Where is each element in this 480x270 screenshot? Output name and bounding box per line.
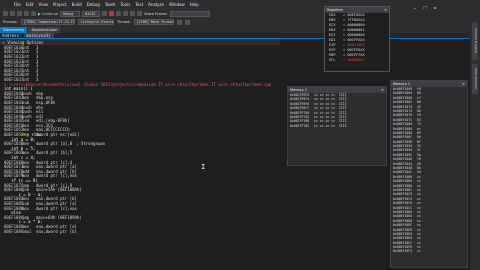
menu-item-file[interactable]: File [14,2,21,7]
register-row[interactable]: EFL = 00000202 [325,58,389,63]
registers-window[interactable]: Registers ✕ EAX = 00EFXXXX EBX = 7FFDXXXX EC… [324,6,390,72]
menu-item-analyze[interactable]: Analyze [148,2,164,7]
document-tabs: Disassembly Adventure.asm [0,26,470,33]
step-out-icon[interactable] [137,11,143,16]
restart-icon[interactable] [116,11,122,16]
close-icon[interactable]: ✕ [381,87,386,93]
continue-button[interactable]: ▶ Continue [38,12,58,16]
memory1-list: 0x00CFF6F0 cc cc cc cc ÌÌÌÌ 0x00CFF6F4 cc c… [288,93,386,128]
menu-item-build[interactable]: Build [72,2,82,7]
address-input[interactable]: main(void) [24,33,55,38]
platform-select[interactable]: Win32 [82,10,101,17]
tab-solution-explorer[interactable]: Solution Explorer [472,22,478,60]
instruction-operands: dword ptr [c],eax [36,205,77,211]
stack-frame-label: Stack Frame: [144,11,168,16]
memory-bytes: cc [417,249,421,254]
disasm-block: 00EF1030 int 3 00EF1031 int 3 00EF1032 int 3 00EF… [0,45,470,82]
lifecycle-events-select[interactable]: Lifecycle Events [77,19,114,25]
process-select[interactable]: [7280] Compostum.IT-IS.IT.exe [20,19,75,25]
register-value: = 00000202 [343,58,365,62]
current-instruction-arrow-icon: ➜ [22,132,26,138]
instruction-comment: ; Strongswan [76,141,106,147]
side-tabs: Solution Explorer Team Explorer [470,18,480,270]
menu-item-test[interactable]: Test [135,2,143,7]
memory-bytes: cc cc cc cc ÌÌÌÌ [314,123,347,128]
flag-icon[interactable] [184,19,190,25]
memory2-list: 0x00EF1060 f0 0x00EF1064 00 0x00EF1068 c7 0x00… [391,87,467,254]
menu-item-help[interactable]: Help [190,2,199,7]
chevron-down-icon[interactable]: ▾ [2,40,4,45]
debug-toolbar: ▶ Continue Debug Win32 Stack Frame: [0,9,480,18]
tab-team-explorer[interactable]: Team Explorer [472,64,478,94]
back-icon[interactable] [3,11,8,16]
instruction-operands: dword ptr es:[edi] [36,132,80,138]
new-file-icon[interactable] [17,11,22,16]
thread-select[interactable]: [5200] Main Thread [133,19,174,25]
instruction-opcode: imul [22,228,32,234]
filter-icon[interactable] [176,19,182,25]
pause-icon[interactable] [102,11,108,16]
close-icon[interactable]: ✕ [462,81,467,87]
instruction-address: 00EF108F [4,228,24,234]
config-select[interactable]: Debug [60,10,81,17]
stop-icon[interactable] [109,11,115,16]
process-toolbar: Process: [7280] Compostum.IT-IS.IT.exe L… [0,18,480,26]
instruction-operands: dword ptr [a],0 [36,141,73,147]
thread-label: Thread: [116,20,131,24]
forward-icon[interactable] [10,11,15,16]
text-cursor-icon: I [201,163,206,171]
menu-item-window[interactable]: Window [169,2,185,7]
register-list: EAX = 00EFXXXX EBX = 7FFDXXXX ECX = 00000000 E… [325,13,389,63]
source-file-line: c:\users\khosro\documents\visual studio … [4,81,272,87]
instruction-operands: main+64h (0EF1094h) [36,214,82,220]
instruction-operands: eax,dword ptr [b] [36,228,77,234]
instruction-opcode: mov [22,205,30,211]
process-label: Process: [3,20,18,24]
menu-item-team[interactable]: Team [105,2,116,7]
memory-row[interactable]: 0x00EF10F4 cc [391,249,467,253]
viewing-options-label[interactable]: Viewing Options [7,40,43,45]
menu-item-project[interactable]: Project [53,2,67,7]
save-icon[interactable] [24,11,29,16]
memory1-window[interactable]: Memory 1 ✕ 0x00CFF6F0 cc cc cc cc ÌÌÌÌ 0x0… [287,86,387,166]
menu-item-tools[interactable]: Tools [120,2,130,7]
menu-item-debug[interactable]: Debug [87,2,100,7]
memory-address: 0x00EF10F4 [393,249,413,254]
close-icon[interactable]: ✕ [384,7,389,13]
step-over-icon[interactable] [130,11,136,16]
menu-item-view[interactable]: View [38,2,48,7]
undo-icon[interactable] [31,11,36,16]
step-into-icon[interactable] [123,11,129,16]
instruction-operands: dword ptr [b],5 [36,150,73,156]
instruction-operands: dword ptr [c],eax [36,173,77,179]
memory2-window[interactable]: Memory 2 ✕ 0x00EF1060 f0 0x00EF1064 00 0x00E… [390,80,468,268]
stack-frame-select[interactable] [169,10,210,17]
memory-row[interactable]: 0x00CFF70C cc cc cc cc ÌÌÌÌ [288,124,386,128]
address-label: Address: [2,33,22,38]
register-name: EFL [329,58,336,62]
memory-address: 0x00CFF70C [290,123,310,128]
menu-item-edit[interactable]: Edit [26,2,34,7]
instruction-operands: main+5Ah (0EF108Ah) [36,187,82,193]
